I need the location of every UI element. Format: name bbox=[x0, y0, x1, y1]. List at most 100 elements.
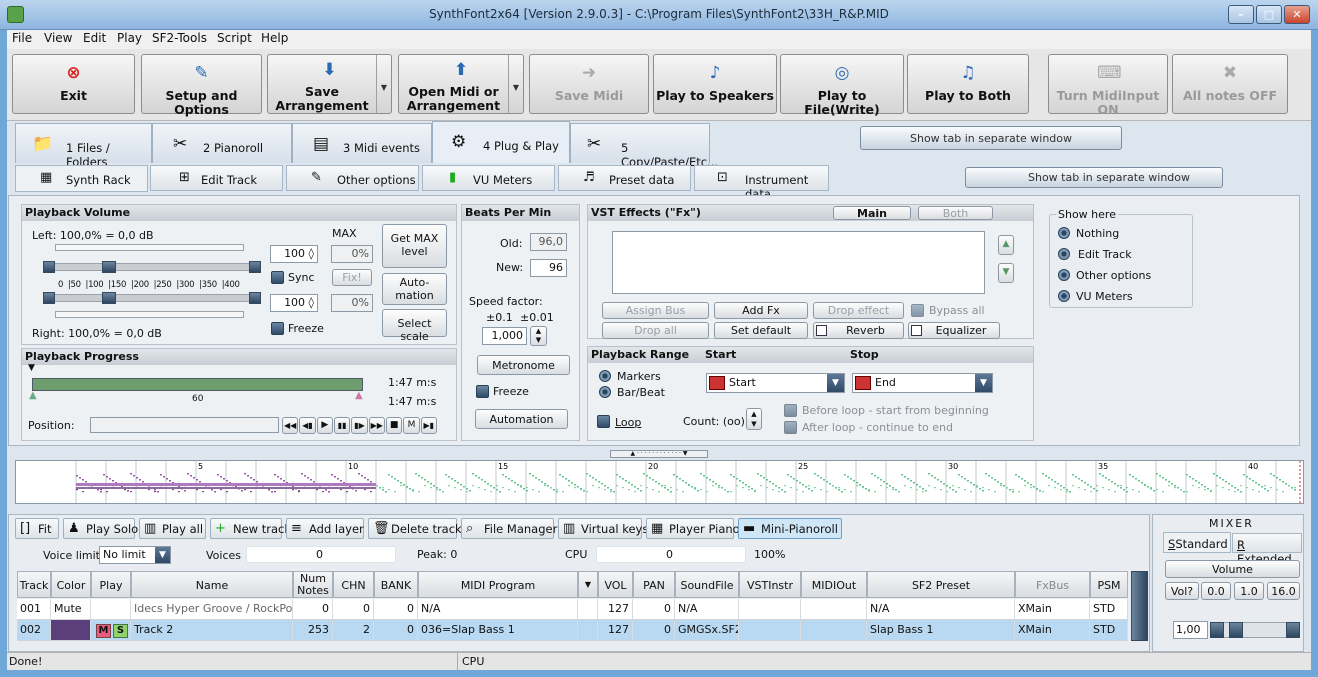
header-track[interactable]: Track bbox=[17, 571, 51, 598]
left-slider-thumb[interactable] bbox=[102, 261, 116, 273]
drop-all-button[interactable]: Drop all bbox=[602, 322, 709, 339]
vst-main-tab[interactable]: Main bbox=[833, 206, 911, 220]
subtab-edit-track[interactable]: ⊞ Edit Track bbox=[150, 165, 283, 191]
marker-icon[interactable]: M bbox=[403, 417, 420, 434]
tool-play-all-button[interactable]: ▥ Play all bbox=[139, 518, 206, 539]
step-forward-icon[interactable]: ▮▶ bbox=[351, 417, 368, 434]
right-slider-thumb[interactable] bbox=[102, 292, 116, 304]
tool-player-piano-button[interactable]: ▦ Player Piano bbox=[646, 518, 740, 539]
open-midi-button[interactable]: ⬆ Open Midi or Arrangement ▼ bbox=[398, 54, 524, 114]
header-midiout[interactable]: MIDIOut bbox=[801, 571, 867, 598]
show-vu-meters-radio[interactable] bbox=[1058, 290, 1070, 302]
pause-icon[interactable]: ▮▮ bbox=[333, 417, 351, 434]
rewind-icon[interactable]: ◀◀ bbox=[282, 417, 299, 434]
mixer-sixteen-button[interactable]: 16.0 bbox=[1267, 582, 1300, 600]
mixer-zero-button[interactable]: 0.0 bbox=[1201, 582, 1231, 600]
mixer-vol-query-button[interactable]: Vol? bbox=[1165, 582, 1199, 600]
mixer-standard-tab[interactable]: SStandard bbox=[1163, 532, 1231, 553]
header-soundfile[interactable]: SoundFile bbox=[675, 571, 739, 598]
bpm-automation-button[interactable]: Automation bbox=[475, 409, 568, 429]
song-overview[interactable]: 5 10 15 20 25 30 35 40 bbox=[15, 460, 1304, 504]
voice-limit-dropdown-icon[interactable]: ▼ bbox=[155, 547, 170, 563]
stop-icon[interactable]: ■ bbox=[385, 417, 403, 434]
open-dropdown-icon[interactable]: ▼ bbox=[508, 55, 523, 113]
header-color[interactable]: Color bbox=[51, 571, 91, 598]
markers-radio[interactable] bbox=[599, 370, 611, 382]
assign-bus-button[interactable]: Assign Bus bbox=[602, 302, 709, 319]
tool-mini-pianoroll-button[interactable]: ▬ Mini-Pianoroll bbox=[738, 518, 842, 539]
subtab-synth-rack[interactable]: ▦ Synth Rack bbox=[15, 165, 148, 192]
automation-volume-button[interactable]: Auto-mation bbox=[382, 273, 447, 305]
drop-effect-button[interactable]: Drop effect bbox=[813, 302, 904, 319]
menu-view[interactable]: View bbox=[44, 31, 72, 45]
mixer-slider-thumb[interactable] bbox=[1229, 622, 1243, 638]
subtab-other-options[interactable]: ✎ Other options bbox=[286, 165, 419, 191]
voice-limit-select[interactable]: No limit ▼ bbox=[99, 546, 171, 564]
start-dropdown-icon[interactable]: ▼ bbox=[827, 374, 844, 392]
mixer-extended-tab[interactable]: R Extended bbox=[1232, 533, 1302, 566]
save-dropdown-icon[interactable]: ▼ bbox=[376, 55, 391, 113]
menu-play[interactable]: Play bbox=[117, 31, 142, 45]
sync-checkbox[interactable] bbox=[271, 271, 284, 284]
play-to-speakers-button[interactable]: ♪ Play to Speakers bbox=[653, 54, 777, 114]
header-pan[interactable]: PAN bbox=[633, 571, 675, 598]
header-fxbus[interactable]: FxBus bbox=[1015, 571, 1090, 598]
progress-end-handle[interactable]: ▲ bbox=[355, 390, 363, 401]
reverb-button[interactable]: Reverb bbox=[813, 322, 904, 339]
count-spinner[interactable]: ▲ ▼ bbox=[746, 408, 762, 430]
freeze-volume-checkbox[interactable] bbox=[271, 322, 284, 335]
maximize-button[interactable]: □ bbox=[1256, 5, 1282, 24]
get-max-level-button[interactable]: Get MAX level bbox=[382, 224, 447, 268]
header-vstinstr[interactable]: VSTInstr bbox=[739, 571, 801, 598]
tool-new-track-button[interactable]: + New track bbox=[210, 518, 291, 539]
menu-script[interactable]: Script bbox=[217, 31, 252, 45]
header-bank[interactable]: BANK bbox=[374, 571, 418, 598]
metronome-button[interactable]: Metronome bbox=[477, 355, 570, 375]
subtab-instrument-data[interactable]: ⊡ Instrument data bbox=[694, 165, 829, 201]
right-slider-dec[interactable] bbox=[43, 292, 55, 304]
left-slider-dec[interactable] bbox=[43, 261, 55, 273]
exit-button[interactable]: ⊗ Exit bbox=[12, 54, 135, 114]
select-scale-button[interactable]: Select scale bbox=[382, 309, 447, 343]
minimize-button[interactable]: – bbox=[1228, 5, 1254, 24]
show-tab-separate-window-button-2[interactable]: Show tab in separate window bbox=[965, 167, 1223, 188]
speed-spinner[interactable]: ▲ ▼ bbox=[530, 326, 547, 346]
setup-button[interactable]: ✎ Setup and Options bbox=[141, 54, 262, 117]
progress-start-handle[interactable]: ▲ bbox=[29, 390, 37, 401]
solo-toggle[interactable]: S bbox=[113, 624, 128, 638]
subtab-vu-meters[interactable]: ▮ VU Meters bbox=[422, 165, 555, 191]
show-nothing-radio[interactable] bbox=[1058, 227, 1070, 239]
vst-effects-list[interactable] bbox=[612, 231, 985, 294]
stop-dropdown-icon[interactable]: ▼ bbox=[975, 374, 992, 392]
tab-pianoroll[interactable]: ✂ 2 Pianoroll bbox=[152, 123, 292, 163]
tool-file-manager-button[interactable]: ⌕ File Manager bbox=[461, 518, 557, 539]
right-volume-slider[interactable] bbox=[43, 294, 261, 302]
fast-forward-icon[interactable]: ▶▶ bbox=[368, 417, 385, 434]
header-sf2-preset[interactable]: SF2 Preset bbox=[867, 571, 1015, 598]
header-name[interactable]: Name bbox=[131, 571, 293, 598]
freeze-bpm-checkbox[interactable] bbox=[476, 385, 489, 398]
subtab-preset-data[interactable]: ♬ Preset data bbox=[558, 165, 691, 191]
after-loop-checkbox[interactable] bbox=[784, 421, 797, 434]
tool-delete-track-button[interactable]: 🗑 Delete track bbox=[368, 518, 462, 539]
menu-help[interactable]: Help bbox=[261, 31, 288, 45]
close-button[interactable]: ✕ bbox=[1284, 5, 1310, 24]
before-loop-checkbox[interactable] bbox=[784, 404, 797, 417]
reverb-checkbox[interactable] bbox=[816, 325, 827, 336]
mixer-volume-button[interactable]: Volume bbox=[1165, 560, 1300, 578]
menu-edit[interactable]: Edit bbox=[83, 31, 106, 45]
header-play[interactable]: Play bbox=[91, 571, 131, 598]
header-program-sort[interactable]: ▼ bbox=[578, 571, 598, 598]
tab-midi-events[interactable]: ▤ 3 Midi events bbox=[292, 123, 432, 163]
barbeat-radio[interactable] bbox=[599, 386, 611, 398]
header-num-notes[interactable]: Num Notes bbox=[293, 571, 333, 598]
mute-toggle[interactable]: M bbox=[96, 624, 111, 638]
tab-files-folders[interactable]: 📁 1 Files / Folders bbox=[15, 123, 152, 169]
save-midi-button[interactable]: ➜ Save Midi bbox=[529, 54, 649, 114]
range-start-select[interactable]: Start ▼ bbox=[706, 373, 845, 393]
menu-sf2-tools[interactable]: SF2-Tools bbox=[152, 31, 207, 45]
left-volume-input[interactable]: 100 ◊ bbox=[270, 245, 318, 263]
move-down-icon[interactable]: ▼ bbox=[998, 263, 1014, 283]
play-to-file-button[interactable]: ◎ Play to File(Write) bbox=[780, 54, 904, 117]
play-icon[interactable]: ▶ bbox=[316, 417, 333, 434]
